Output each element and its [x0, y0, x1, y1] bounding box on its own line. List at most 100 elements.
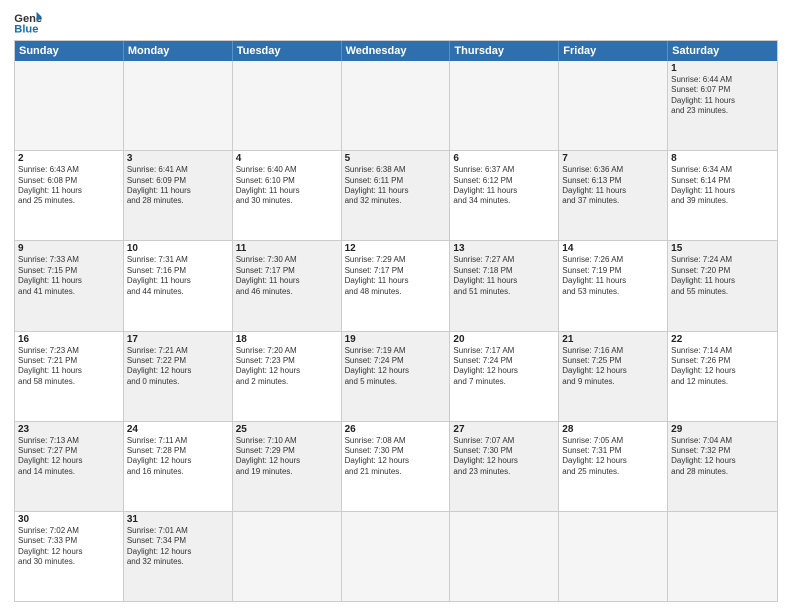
cell-info: Sunrise: 6:40 AM Sunset: 6:10 PM Dayligh…: [236, 165, 338, 207]
calendar-cell: 28Sunrise: 7:05 AM Sunset: 7:31 PM Dayli…: [559, 422, 668, 511]
day-number: 13: [453, 243, 555, 254]
day-number: 12: [345, 243, 447, 254]
weekday-header: Thursday: [450, 41, 559, 61]
day-number: 19: [345, 334, 447, 345]
calendar-cell: 29Sunrise: 7:04 AM Sunset: 7:32 PM Dayli…: [668, 422, 777, 511]
weekday-header: Tuesday: [233, 41, 342, 61]
calendar-row: 23Sunrise: 7:13 AM Sunset: 7:27 PM Dayli…: [15, 421, 777, 511]
cell-info: Sunrise: 7:01 AM Sunset: 7:34 PM Dayligh…: [127, 526, 229, 568]
cell-info: Sunrise: 7:31 AM Sunset: 7:16 PM Dayligh…: [127, 255, 229, 297]
calendar-cell: [233, 512, 342, 601]
calendar-cell: 7Sunrise: 6:36 AM Sunset: 6:13 PM Daylig…: [559, 151, 668, 240]
calendar-cell: [233, 61, 342, 150]
calendar-cell: [342, 512, 451, 601]
day-number: 14: [562, 243, 664, 254]
weekday-header: Wednesday: [342, 41, 451, 61]
day-number: 15: [671, 243, 774, 254]
cell-info: Sunrise: 7:30 AM Sunset: 7:17 PM Dayligh…: [236, 255, 338, 297]
day-number: 11: [236, 243, 338, 254]
cell-info: Sunrise: 6:44 AM Sunset: 6:07 PM Dayligh…: [671, 75, 774, 117]
calendar-cell: 4Sunrise: 6:40 AM Sunset: 6:10 PM Daylig…: [233, 151, 342, 240]
calendar-cell: 16Sunrise: 7:23 AM Sunset: 7:21 PM Dayli…: [15, 332, 124, 421]
weekday-header: Sunday: [15, 41, 124, 61]
day-number: 4: [236, 153, 338, 164]
calendar-body: 1Sunrise: 6:44 AM Sunset: 6:07 PM Daylig…: [15, 61, 777, 601]
weekday-header: Saturday: [668, 41, 777, 61]
calendar-cell: [124, 61, 233, 150]
calendar-row: 30Sunrise: 7:02 AM Sunset: 7:33 PM Dayli…: [15, 511, 777, 601]
calendar: SundayMondayTuesdayWednesdayThursdayFrid…: [14, 40, 778, 602]
day-number: 28: [562, 424, 664, 435]
day-number: 16: [18, 334, 120, 345]
calendar-cell: [559, 61, 668, 150]
day-number: 23: [18, 424, 120, 435]
calendar-cell: 18Sunrise: 7:20 AM Sunset: 7:23 PM Dayli…: [233, 332, 342, 421]
day-number: 5: [345, 153, 447, 164]
cell-info: Sunrise: 7:11 AM Sunset: 7:28 PM Dayligh…: [127, 436, 229, 478]
weekday-header: Friday: [559, 41, 668, 61]
cell-info: Sunrise: 6:43 AM Sunset: 6:08 PM Dayligh…: [18, 165, 120, 207]
day-number: 24: [127, 424, 229, 435]
day-number: 3: [127, 153, 229, 164]
cell-info: Sunrise: 6:36 AM Sunset: 6:13 PM Dayligh…: [562, 165, 664, 207]
day-number: 21: [562, 334, 664, 345]
calendar-cell: 25Sunrise: 7:10 AM Sunset: 7:29 PM Dayli…: [233, 422, 342, 511]
day-number: 18: [236, 334, 338, 345]
calendar-cell: 5Sunrise: 6:38 AM Sunset: 6:11 PM Daylig…: [342, 151, 451, 240]
calendar-cell: 13Sunrise: 7:27 AM Sunset: 7:18 PM Dayli…: [450, 241, 559, 330]
cell-info: Sunrise: 7:10 AM Sunset: 7:29 PM Dayligh…: [236, 436, 338, 478]
calendar-cell: [450, 61, 559, 150]
cell-info: Sunrise: 7:33 AM Sunset: 7:15 PM Dayligh…: [18, 255, 120, 297]
cell-info: Sunrise: 7:19 AM Sunset: 7:24 PM Dayligh…: [345, 346, 447, 388]
day-number: 30: [18, 514, 120, 525]
day-number: 17: [127, 334, 229, 345]
calendar-cell: [559, 512, 668, 601]
calendar-cell: [668, 512, 777, 601]
calendar-row: 2Sunrise: 6:43 AM Sunset: 6:08 PM Daylig…: [15, 150, 777, 240]
page: General Blue SundayMondayTuesdayWednesda…: [0, 0, 792, 612]
cell-info: Sunrise: 6:38 AM Sunset: 6:11 PM Dayligh…: [345, 165, 447, 207]
calendar-cell: 1Sunrise: 6:44 AM Sunset: 6:07 PM Daylig…: [668, 61, 777, 150]
calendar-cell: 22Sunrise: 7:14 AM Sunset: 7:26 PM Dayli…: [668, 332, 777, 421]
calendar-cell: 2Sunrise: 6:43 AM Sunset: 6:08 PM Daylig…: [15, 151, 124, 240]
cell-info: Sunrise: 7:16 AM Sunset: 7:25 PM Dayligh…: [562, 346, 664, 388]
calendar-cell: 27Sunrise: 7:07 AM Sunset: 7:30 PM Dayli…: [450, 422, 559, 511]
weekday-header: Monday: [124, 41, 233, 61]
day-number: 20: [453, 334, 555, 345]
calendar-cell: 24Sunrise: 7:11 AM Sunset: 7:28 PM Dayli…: [124, 422, 233, 511]
cell-info: Sunrise: 7:02 AM Sunset: 7:33 PM Dayligh…: [18, 526, 120, 568]
calendar-cell: 23Sunrise: 7:13 AM Sunset: 7:27 PM Dayli…: [15, 422, 124, 511]
day-number: 8: [671, 153, 774, 164]
calendar-cell: 15Sunrise: 7:24 AM Sunset: 7:20 PM Dayli…: [668, 241, 777, 330]
cell-info: Sunrise: 7:14 AM Sunset: 7:26 PM Dayligh…: [671, 346, 774, 388]
svg-text:Blue: Blue: [14, 23, 38, 34]
calendar-cell: 19Sunrise: 7:19 AM Sunset: 7:24 PM Dayli…: [342, 332, 451, 421]
day-number: 1: [671, 63, 774, 74]
calendar-cell: 17Sunrise: 7:21 AM Sunset: 7:22 PM Dayli…: [124, 332, 233, 421]
cell-info: Sunrise: 7:07 AM Sunset: 7:30 PM Dayligh…: [453, 436, 555, 478]
cell-info: Sunrise: 6:41 AM Sunset: 6:09 PM Dayligh…: [127, 165, 229, 207]
cell-info: Sunrise: 7:20 AM Sunset: 7:23 PM Dayligh…: [236, 346, 338, 388]
day-number: 27: [453, 424, 555, 435]
calendar-cell: 12Sunrise: 7:29 AM Sunset: 7:17 PM Dayli…: [342, 241, 451, 330]
day-number: 29: [671, 424, 774, 435]
cell-info: Sunrise: 7:17 AM Sunset: 7:24 PM Dayligh…: [453, 346, 555, 388]
cell-info: Sunrise: 6:37 AM Sunset: 6:12 PM Dayligh…: [453, 165, 555, 207]
day-number: 9: [18, 243, 120, 254]
cell-info: Sunrise: 7:13 AM Sunset: 7:27 PM Dayligh…: [18, 436, 120, 478]
calendar-cell: 6Sunrise: 6:37 AM Sunset: 6:12 PM Daylig…: [450, 151, 559, 240]
cell-info: Sunrise: 7:26 AM Sunset: 7:19 PM Dayligh…: [562, 255, 664, 297]
cell-info: Sunrise: 7:21 AM Sunset: 7:22 PM Dayligh…: [127, 346, 229, 388]
calendar-cell: 31Sunrise: 7:01 AM Sunset: 7:34 PM Dayli…: [124, 512, 233, 601]
calendar-cell: 3Sunrise: 6:41 AM Sunset: 6:09 PM Daylig…: [124, 151, 233, 240]
day-number: 31: [127, 514, 229, 525]
cell-info: Sunrise: 7:24 AM Sunset: 7:20 PM Dayligh…: [671, 255, 774, 297]
calendar-cell: 10Sunrise: 7:31 AM Sunset: 7:16 PM Dayli…: [124, 241, 233, 330]
calendar-cell: 9Sunrise: 7:33 AM Sunset: 7:15 PM Daylig…: [15, 241, 124, 330]
day-number: 22: [671, 334, 774, 345]
cell-info: Sunrise: 7:08 AM Sunset: 7:30 PM Dayligh…: [345, 436, 447, 478]
cell-info: Sunrise: 7:04 AM Sunset: 7:32 PM Dayligh…: [671, 436, 774, 478]
logo-icon: General Blue: [14, 10, 42, 34]
calendar-cell: 20Sunrise: 7:17 AM Sunset: 7:24 PM Dayli…: [450, 332, 559, 421]
cell-info: Sunrise: 7:29 AM Sunset: 7:17 PM Dayligh…: [345, 255, 447, 297]
